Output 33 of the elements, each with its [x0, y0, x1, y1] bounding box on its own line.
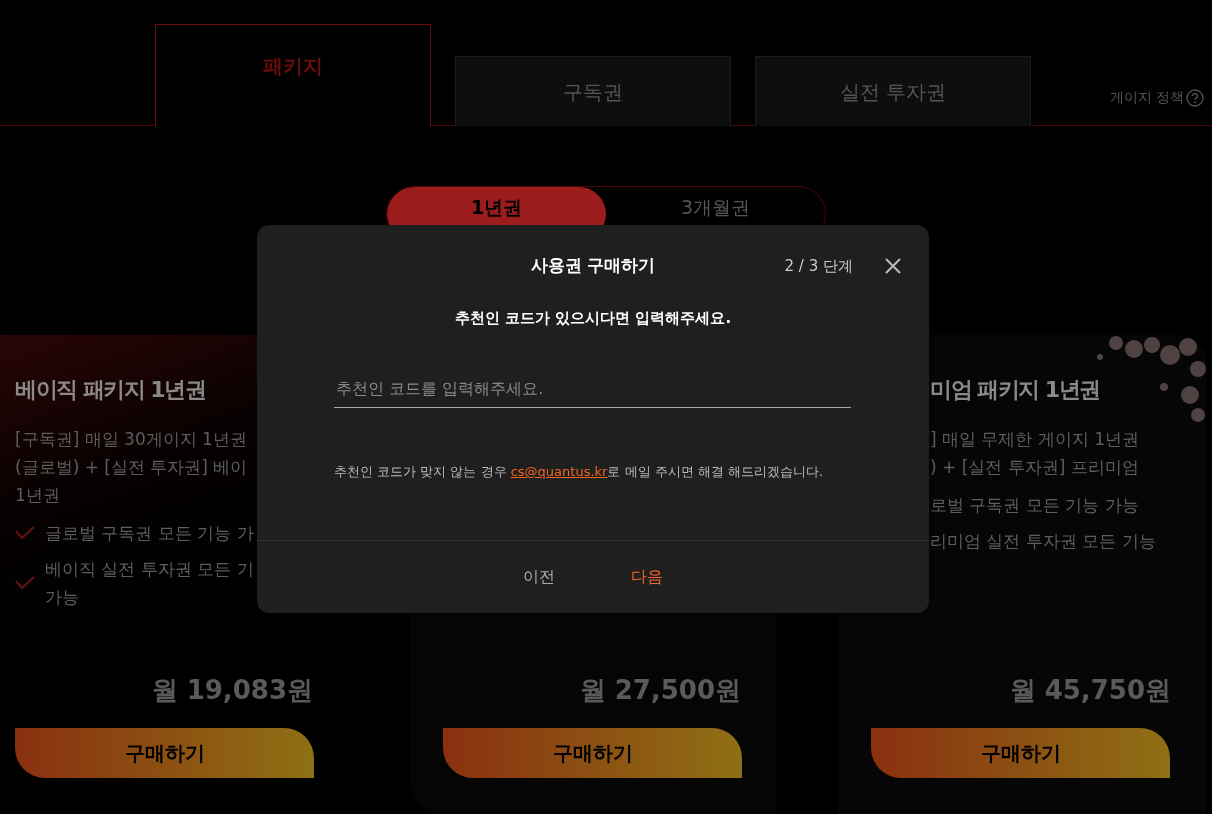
check-icon	[15, 526, 35, 540]
dialog-subtitle: 추천인 코드가 있으시다면 입력해주세요.	[453, 307, 733, 329]
price: 월 19,083원	[151, 674, 313, 707]
buy-button[interactable]: 구매하기	[871, 728, 1170, 778]
check-icon	[15, 576, 35, 590]
buy-button[interactable]: 구매하기	[443, 728, 742, 778]
email-link[interactable]: cs@quantus.kr	[510, 464, 608, 479]
plan-title: 미엄 패키지 1년권	[930, 376, 1101, 404]
feature-text: 로벌 구독권 모든 기능 가능	[930, 494, 1139, 517]
tab[interactable]: 구독권	[455, 56, 731, 126]
help-icon[interactable]	[1186, 88, 1204, 107]
plan-description: ] 매일 무제한 게이지 1년권	[930, 428, 1141, 451]
plan-description: 1년권	[15, 484, 61, 507]
close-button[interactable]	[883, 255, 903, 276]
tab[interactable]: 패키지	[155, 24, 431, 126]
price: 월 45,750원	[1009, 674, 1171, 707]
dialog-title: 사용권 구매하기	[530, 254, 656, 277]
help-note: 추천인 코드가 맞지 않는 경우 cs@quantus.kr로 메일 주시면 해결 해드리겠습니다.	[334, 463, 825, 481]
plan-description: ) + [실전 투자권] 프리미엄	[930, 456, 1140, 479]
policy-link[interactable]: 게이지 정책	[1109, 87, 1184, 108]
price: 월 27,500원	[579, 674, 741, 707]
feature-text: 가능	[45, 586, 80, 609]
step-indicator: 2 / 3 단계	[784, 255, 853, 277]
feature-text: 글로벌 구독권 모든 기능 가	[45, 522, 254, 545]
feature-text: 베이직 실전 투자권 모든 기	[45, 558, 254, 581]
plan-description: [구독권] 매일 30게이지 1년권	[15, 428, 248, 451]
tab[interactable]: 실전 투자권	[755, 56, 1031, 126]
previous-button[interactable]: 이전	[515, 564, 563, 590]
next-button[interactable]: 다음	[623, 564, 671, 590]
referral-code-field[interactable]: 추천인 코드를 입력해주세요.	[334, 371, 851, 408]
buy-button[interactable]: 구매하기	[15, 728, 314, 778]
period-tab[interactable]: 3개월권	[606, 187, 825, 241]
feature-text: 리미엄 실전 투자권 모든 기능	[930, 530, 1156, 553]
